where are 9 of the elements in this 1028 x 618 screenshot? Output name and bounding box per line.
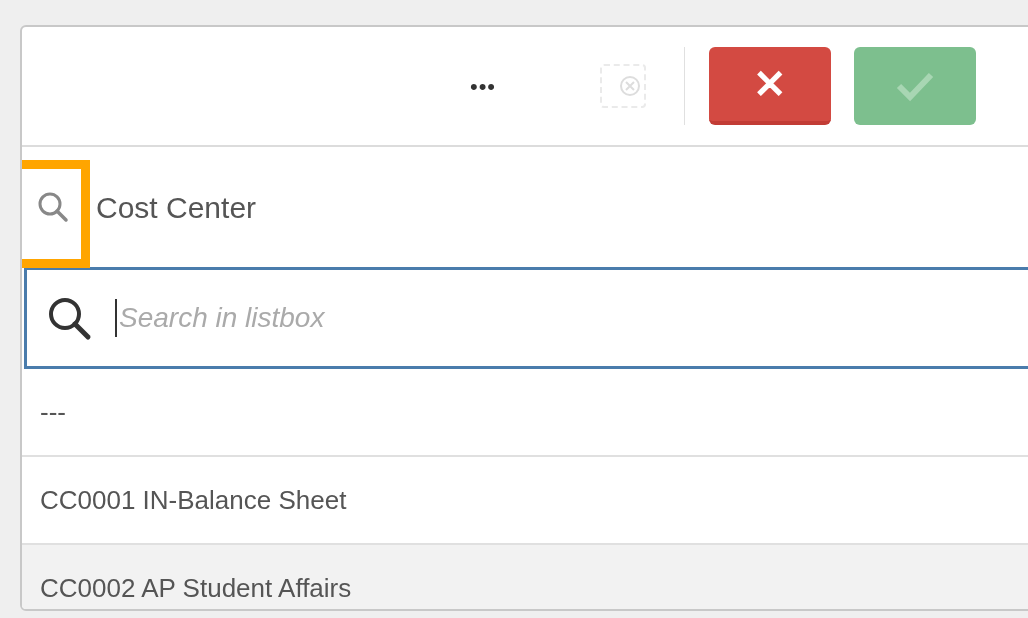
listbox-title: Cost Center [96,189,257,226]
more-button[interactable]: ••• [458,69,508,103]
checkmark-icon [895,70,935,102]
search-field[interactable]: Search in listbox [24,267,1028,369]
cancel-button[interactable]: ✕ [709,47,831,125]
search-input[interactable]: Search in listbox [119,297,1028,339]
clear-icon [619,75,641,97]
search-icon[interactable] [36,190,70,224]
list-item[interactable]: CC0002 AP Student Affairs [22,545,1028,609]
